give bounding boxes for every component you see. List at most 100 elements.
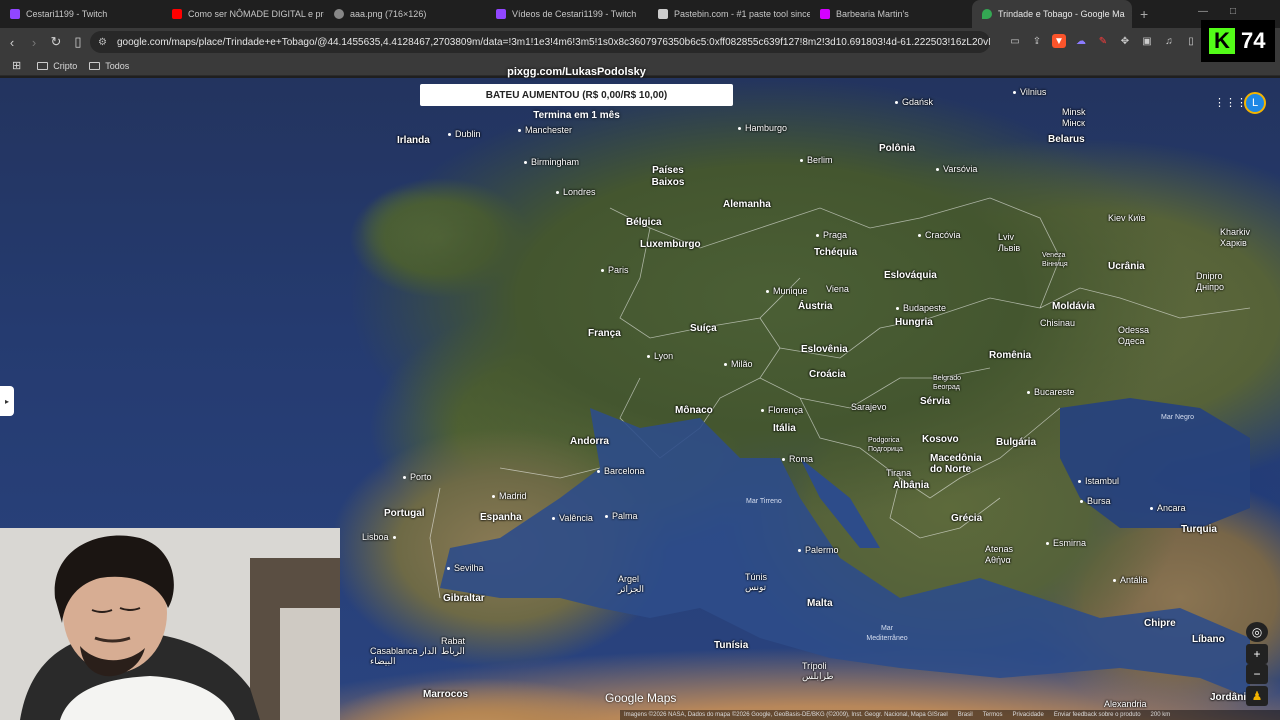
map-label[interactable]: Birmingham [524, 157, 579, 167]
map-label[interactable]: Dublin [448, 129, 481, 139]
map-label[interactable]: Turquia [1181, 524, 1217, 535]
map-label[interactable]: Viena [826, 284, 849, 294]
map-label[interactable]: Hungria [895, 317, 933, 328]
map-label[interactable]: Munique [766, 286, 808, 296]
map-label[interactable]: Madrid [492, 491, 527, 501]
map-label[interactable]: Espanha [480, 512, 522, 523]
tab-image[interactable]: aaa.png (716×126) [324, 0, 486, 28]
map-label[interactable]: Lyon [647, 351, 673, 361]
map-label[interactable]: Esmirna [1046, 538, 1086, 548]
map-label[interactable]: Trípoli طرابلس [802, 661, 842, 681]
map-label[interactable]: Túnis تونس [745, 572, 781, 592]
map-label[interactable]: Barcelona [597, 466, 645, 476]
map-label[interactable]: Roma [782, 454, 813, 464]
zoom-out-button[interactable]: − [1246, 664, 1268, 684]
map-label[interactable]: Vilnius [1013, 87, 1046, 97]
map-label[interactable]: Varsóvia [936, 164, 977, 174]
maximize-icon[interactable]: □ [1230, 6, 1236, 17]
extensions-puzzle-icon[interactable]: ✥ [1118, 34, 1132, 48]
pegman-icon[interactable]: ♟ [1246, 686, 1268, 706]
map-label[interactable]: Minsk Мінск [1062, 107, 1102, 129]
brave-shield-icon[interactable]: ▼ [1052, 34, 1066, 48]
site-info-icon[interactable]: ⚙ [98, 37, 107, 48]
map-label[interactable]: Istambul [1078, 476, 1119, 486]
map-label[interactable]: Lisboa [362, 532, 400, 542]
privacy-link[interactable]: Privacidade [1012, 712, 1043, 718]
map-label[interactable]: Tirana [886, 468, 911, 478]
map-label[interactable]: Manchester [518, 125, 572, 135]
tab-barbearia[interactable]: Barbearia Martin's [810, 0, 972, 28]
map-label[interactable]: Dnipro Дніпро [1196, 271, 1236, 293]
tab-google-maps[interactable]: Trindade e Tobago - Google Ma ✕ [972, 0, 1132, 28]
map-label[interactable]: Chipre [1144, 618, 1176, 629]
my-location-icon[interactable]: ◎ [1246, 622, 1268, 642]
minimize-icon[interactable]: — [1198, 6, 1208, 17]
share-icon[interactable]: ⇪ [1030, 34, 1044, 48]
map-label[interactable]: Bulgária [996, 437, 1036, 448]
map-label[interactable]: Sevilha [447, 563, 484, 573]
map-label[interactable]: Paris [601, 265, 629, 275]
sidebar-icon[interactable]: ▯ [1184, 34, 1198, 48]
map-label[interactable]: Sarajevo [851, 402, 887, 412]
map-label[interactable]: Portugal [384, 508, 425, 519]
forward-icon[interactable]: › [24, 32, 44, 52]
map-label[interactable]: Budapeste [896, 303, 946, 313]
tab-pastebin[interactable]: Pastebin.com - #1 paste tool since 2 [648, 0, 810, 28]
map-label[interactable]: Luxemburgo [640, 239, 701, 250]
map-label[interactable]: Malta [807, 598, 833, 609]
map-label[interactable]: Mar Negro [1161, 414, 1194, 421]
map-label[interactable]: Gibraltar [443, 593, 485, 604]
map-label[interactable]: Alexandria [1104, 699, 1147, 709]
map-label[interactable]: Eslovênia [801, 344, 848, 355]
address-bar[interactable]: ⚙ google.com/maps/place/Trindade+e+Tobag… [90, 31, 990, 53]
map-label[interactable]: Florença [761, 405, 803, 415]
map-label[interactable]: Veneza Вінниця [1042, 251, 1082, 269]
new-tab-button[interactable]: + [1140, 6, 1148, 22]
close-icon[interactable]: ✕ [1125, 9, 1132, 20]
map-label[interactable]: Londres [556, 187, 596, 197]
map-label[interactable]: Sérvia [920, 396, 950, 407]
map-label[interactable]: Palermo [798, 545, 839, 555]
back-icon[interactable]: ‹ [2, 32, 22, 52]
google-apps-icon[interactable]: ⋮⋮⋮ [1214, 96, 1247, 109]
map-label[interactable]: Itália [773, 423, 796, 434]
extension-cloud-icon[interactable]: ☁ [1074, 34, 1088, 48]
map-label[interactable]: Kharkiv Харків [1220, 227, 1260, 249]
map-label[interactable]: França [588, 328, 621, 339]
media-icon[interactable]: ♫ [1162, 34, 1176, 48]
map-label[interactable]: Gdańsk [895, 97, 933, 107]
tab-twitch-videos[interactable]: Vídeos de Cestari1199 - Twitch [486, 0, 648, 28]
map-label[interactable]: Tchéquia [814, 247, 857, 258]
map-label[interactable]: Polônia [879, 143, 915, 154]
map-label[interactable]: Chisinau [1040, 318, 1075, 328]
map-label[interactable]: Berlim [800, 155, 833, 165]
map-label[interactable]: Marrocos [423, 689, 468, 700]
bookmark-icon[interactable]: ▯ [68, 32, 88, 52]
map-label[interactable]: Odessa Одеса [1118, 325, 1158, 347]
map-label[interactable]: Valência [552, 513, 593, 523]
map-label[interactable]: Bélgica [626, 217, 662, 228]
cast-icon[interactable]: ▭ [1008, 34, 1022, 48]
map-label[interactable]: Antália [1113, 575, 1148, 585]
map-label[interactable]: Lviv Львів [998, 232, 1038, 254]
map-label[interactable]: Argel الجزائر [618, 574, 658, 594]
map-label[interactable]: Mar Tirreno [746, 498, 782, 505]
region-link[interactable]: Brasil [958, 712, 973, 718]
map-label[interactable]: Ancara [1150, 503, 1186, 513]
map-label[interactable]: Hamburgo [738, 123, 787, 133]
map-label[interactable]: Mônaco [675, 405, 713, 416]
reload-icon[interactable]: ↻ [46, 32, 66, 52]
terms-link[interactable]: Termos [983, 712, 1003, 718]
map-label[interactable]: Líbano [1192, 634, 1225, 645]
map-label[interactable]: Belgrado Београд [933, 374, 973, 392]
map-label[interactable]: Tunísia [714, 640, 748, 651]
map-label[interactable]: Atenas Αθήνα [985, 544, 1025, 566]
map-label[interactable]: Áustria [798, 301, 832, 312]
tab-twitch-channel[interactable]: Cestari1199 - Twitch [0, 0, 162, 28]
map-label[interactable]: Albânia [893, 480, 929, 491]
scale-bar[interactable]: 200 km [1151, 712, 1171, 718]
map-label[interactable]: Casablanca الدار البيضاء [370, 646, 440, 666]
map-label[interactable]: Andorra [570, 436, 609, 447]
map-label[interactable]: Kosovo [922, 434, 959, 445]
map-label[interactable]: Croácia [809, 369, 846, 380]
